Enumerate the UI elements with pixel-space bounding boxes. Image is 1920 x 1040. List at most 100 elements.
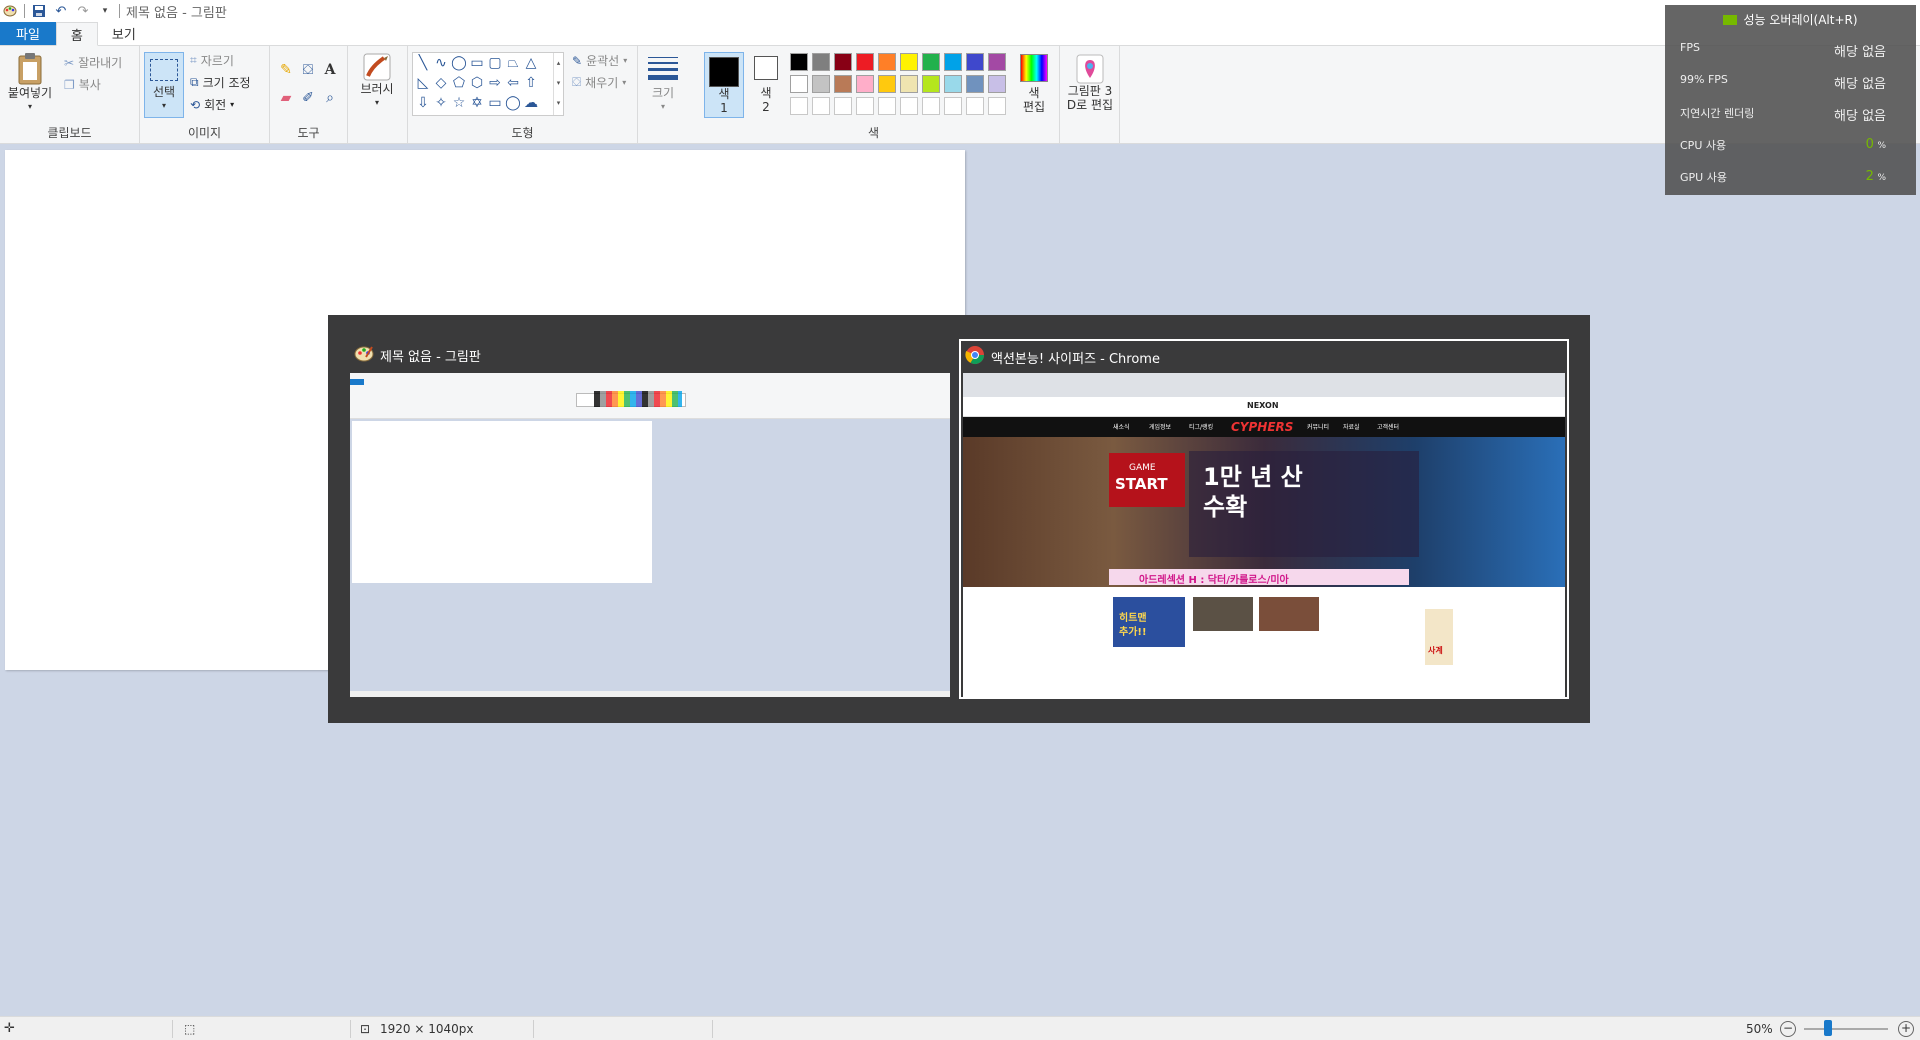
color-swatch[interactable] — [900, 75, 918, 93]
color-swatch[interactable] — [812, 75, 830, 93]
color-swatch[interactable] — [944, 97, 962, 115]
color-swatch[interactable] — [856, 75, 874, 93]
color-swatch[interactable] — [856, 53, 874, 71]
line-shape-icon[interactable]: ╲ — [415, 55, 431, 71]
eraser-icon[interactable]: ▰ — [278, 90, 294, 106]
color-swatch[interactable] — [790, 53, 808, 71]
select-button[interactable]: 선택 ▾ — [144, 52, 184, 118]
color-swatch[interactable] — [944, 53, 962, 71]
redo-icon[interactable]: ↷ — [75, 3, 91, 19]
magnifier-icon[interactable]: ⌕ — [322, 90, 338, 106]
tab-home[interactable]: 홈 — [55, 22, 98, 46]
color-swatch[interactable] — [988, 53, 1006, 71]
copy-button[interactable]: ❐ 복사 — [64, 76, 101, 93]
color-swatch[interactable] — [790, 97, 808, 115]
zoom-in-icon[interactable]: + — [1898, 1020, 1914, 1037]
thumbnail-news-headline-a: 히트맨 — [1119, 613, 1147, 624]
color-swatch[interactable] — [878, 75, 896, 93]
clipboard-group-label: 클립보드 — [47, 126, 92, 140]
right-triangle-shape-icon[interactable]: ◺ — [415, 75, 431, 91]
triangle-shape-icon[interactable]: △ — [523, 55, 539, 71]
thumbnail-browser-chrome — [963, 373, 1565, 397]
callout-rect-shape-icon[interactable]: ▭ — [487, 95, 503, 111]
switcher-window-paint[interactable]: 제목 없음 - 그림판 — [350, 339, 950, 697]
tab-view[interactable]: 보기 — [98, 22, 150, 45]
fill-bucket-icon[interactable]: ⛋ — [300, 62, 316, 78]
zoom-out-icon[interactable]: − — [1780, 1020, 1796, 1037]
color-swatch[interactable] — [922, 97, 940, 115]
color-swatch[interactable] — [966, 53, 984, 71]
rectangle-shape-icon[interactable]: ▭ — [469, 55, 485, 71]
outline-button[interactable]: ✎ 윤곽선 ▾ — [572, 52, 627, 69]
crop-button[interactable]: ⌗ 자르기 — [190, 52, 234, 69]
color2-button[interactable]: 색 2 — [748, 56, 784, 114]
color-swatch[interactable] — [834, 75, 852, 93]
down-arrow-shape-icon[interactable]: ⇩ — [415, 95, 431, 111]
diamond-shape-icon[interactable]: ◇ — [433, 75, 449, 91]
size-button[interactable]: 크기 ▾ — [644, 54, 682, 114]
customize-toolbar-icon[interactable]: ▾ — [97, 3, 113, 19]
shapes-scrollbar[interactable]: ▴ ▾ ▾ — [553, 53, 563, 115]
color-swatch[interactable] — [988, 75, 1006, 93]
polygon-shape-icon[interactable]: ⏢ — [505, 55, 521, 71]
separator — [24, 4, 25, 18]
color-swatch[interactable] — [988, 97, 1006, 115]
text-tool-icon[interactable]: A — [322, 62, 338, 78]
color-swatch[interactable] — [966, 75, 984, 93]
size-label: 크기 — [651, 86, 675, 100]
paint3d-group: 그림판 3 D로 편집 — [1060, 46, 1120, 144]
brushes-button[interactable]: 브러시 ▾ — [354, 52, 400, 110]
fill-button[interactable]: ⛋ 채우기 ▾ — [572, 74, 626, 91]
undo-icon[interactable]: ↶ — [53, 3, 69, 19]
zoom-slider[interactable] — [1804, 1020, 1888, 1036]
color-swatch[interactable] — [900, 53, 918, 71]
ribbon: 붙여넣기 ▾ ✂ 잘라내기 ❐ 복사 클립보드 선택 ▾ ⌗ 자르기 ⧉ 크기 … — [0, 46, 1920, 144]
color1-button[interactable]: 색 1 — [704, 52, 744, 118]
right-arrow-shape-icon[interactable]: ⇨ — [487, 75, 503, 91]
color-picker-icon[interactable]: ✐ — [300, 90, 316, 106]
edit-colors-button[interactable]: 색 편집 — [1014, 54, 1054, 114]
color-swatch[interactable] — [900, 97, 918, 115]
five-point-star-shape-icon[interactable]: ☆ — [451, 95, 467, 111]
cut-button[interactable]: ✂ 잘라내기 — [64, 54, 122, 71]
switcher-window-chrome[interactable]: 액션본능! 사이퍼즈 - Chrome NEXON CYPHERS 새소식 게임… — [959, 339, 1569, 699]
rounded-rectangle-shape-icon[interactable]: ▢ — [487, 55, 503, 71]
thumbnail-hero-banner: GAME START 1만 년 산 수확 — [963, 437, 1565, 587]
cloud-callout-shape-icon[interactable]: ☁ — [523, 95, 539, 111]
color-spectrum-icon — [1020, 54, 1048, 82]
save-icon[interactable] — [31, 3, 47, 19]
up-arrow-shape-icon[interactable]: ⇧ — [523, 75, 539, 91]
tab-file[interactable]: 파일 — [0, 22, 56, 45]
color-swatch[interactable] — [834, 53, 852, 71]
hexagon-shape-icon[interactable]: ⬡ — [469, 75, 485, 91]
pencil-icon[interactable]: ✎ — [278, 62, 294, 78]
rotate-icon: ⟲ — [190, 97, 201, 112]
color-swatch[interactable] — [878, 53, 896, 71]
six-point-star-shape-icon[interactable]: ✡ — [469, 95, 485, 111]
color-swatch[interactable] — [790, 75, 808, 93]
color-swatch[interactable] — [812, 53, 830, 71]
rotate-label: 회전 — [204, 98, 227, 112]
pentagon-shape-icon[interactable]: ⬠ — [451, 75, 467, 91]
oval-shape-icon[interactable]: ◯ — [451, 55, 467, 71]
color-swatch[interactable] — [878, 97, 896, 115]
paint3d-icon — [1076, 54, 1104, 84]
left-arrow-shape-icon[interactable]: ⇦ — [505, 75, 521, 91]
four-point-star-shape-icon[interactable]: ✧ — [433, 95, 449, 111]
paint-app-icon[interactable] — [2, 3, 18, 19]
resize-button[interactable]: ⧉ 크기 조정 — [190, 74, 251, 91]
rotate-button[interactable]: ⟲ 회전 ▾ — [190, 96, 234, 113]
color-swatch[interactable] — [944, 75, 962, 93]
color-swatch[interactable] — [922, 75, 940, 93]
zoom-slider-thumb[interactable] — [1824, 1020, 1832, 1036]
color-swatch[interactable] — [922, 53, 940, 71]
color-swatch[interactable] — [856, 97, 874, 115]
curve-shape-icon[interactable]: ∿ — [433, 55, 449, 71]
thumbnail-nav-item: 커뮤니티 — [1307, 424, 1330, 431]
color-swatch[interactable] — [834, 97, 852, 115]
edit-with-paint3d-button[interactable]: 그림판 3 D로 편집 — [1062, 54, 1118, 112]
paste-button[interactable]: 붙여넣기 ▾ — [6, 52, 54, 114]
color-swatch[interactable] — [812, 97, 830, 115]
callout-oval-shape-icon[interactable]: ◯ — [505, 95, 521, 111]
color-swatch[interactable] — [966, 97, 984, 115]
